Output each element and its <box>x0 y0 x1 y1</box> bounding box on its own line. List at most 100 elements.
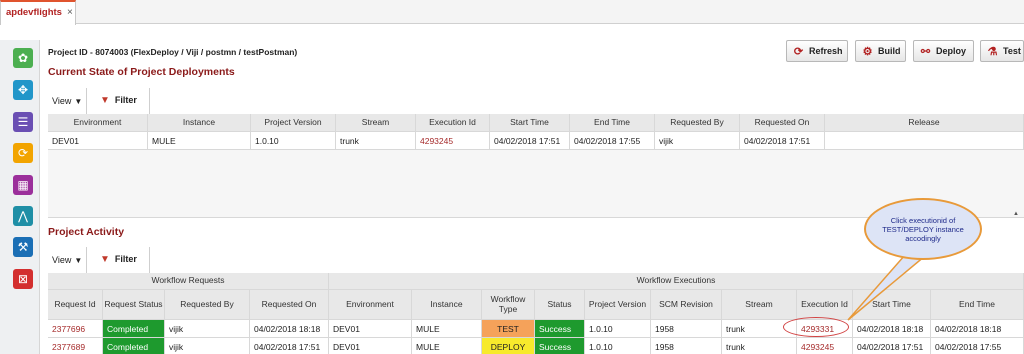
column-header[interactable]: Requested On <box>740 114 825 132</box>
request-status-badge: Completed <box>103 338 165 354</box>
column-header[interactable]: Status <box>535 290 585 320</box>
table-cell: 04/02/2018 18:18 <box>853 320 931 338</box>
table-cell: DEV01 <box>48 132 148 150</box>
table-cell: 04/02/2018 17:51 <box>490 132 570 150</box>
status-badge: Success <box>535 338 585 354</box>
tools-icon[interactable]: ⚒ <box>13 237 33 257</box>
tab-label: apdevflights <box>6 7 62 18</box>
column-header[interactable]: Execution Id <box>797 290 853 320</box>
lock-icon[interactable]: ⊠ <box>13 269 33 289</box>
view-menu-button[interactable]: View ▼ <box>52 255 82 265</box>
deploy-label: Deploy <box>936 46 967 56</box>
flow-icon[interactable]: ⋀ <box>13 206 33 226</box>
request-id-link[interactable]: 2377689 <box>48 338 103 354</box>
group-header-requests: Workflow Requests <box>48 273 329 290</box>
activity-title: Project Activity <box>48 226 125 238</box>
filter-label: Filter <box>114 254 137 264</box>
column-header[interactable]: End Time <box>570 114 655 132</box>
table-cell: 1958 <box>651 338 722 354</box>
column-header[interactable]: Request Id <box>48 290 103 320</box>
table-cell: vijik <box>655 132 740 150</box>
tab-bar: apdevflights × <box>0 0 1024 25</box>
sidebar: ✿ ✥ ☰ ⟳ ▦ ⋀ ⚒ ⊠ <box>0 40 40 354</box>
table-row[interactable]: 2377696 Completed vijik 04/02/2018 18:18 DEV… <box>48 320 1024 338</box>
column-header[interactable]: Requested By <box>655 114 740 132</box>
project-id-label: Project ID - 8074003 (FlexDeploy / Viji … <box>48 47 298 57</box>
resize-caret-icon[interactable]: ▲ <box>1013 211 1019 217</box>
table-cell: vijik <box>165 320 250 338</box>
filter-button[interactable]: ▼ Filter <box>100 254 137 265</box>
table-cell: trunk <box>722 338 797 354</box>
separator <box>149 247 150 273</box>
execution-id-link[interactable]: 4293245 <box>797 338 853 354</box>
column-header[interactable]: Requested By <box>165 290 250 320</box>
deploy-button[interactable]: ⚯ Deploy <box>913 40 974 62</box>
list-icon[interactable]: ☰ <box>13 112 33 132</box>
table-cell: 04/02/2018 18:18 <box>250 320 329 338</box>
table-row[interactable]: DEV01 MULE 1.0.10 trunk 4293245 04/02/2018 17… <box>48 132 1024 150</box>
activity-view-bar: View ▼ ▼ Filter <box>48 247 1024 273</box>
table-cell: 1.0.10 <box>251 132 336 150</box>
table-cell: 1958 <box>651 320 722 338</box>
column-header[interactable]: Environment <box>48 114 148 132</box>
callout-text: Click executionid of TEST/DEPLOY instanc… <box>882 215 964 243</box>
activity-table: Workflow Requests Workflow Executions Requ… <box>48 273 1024 354</box>
column-header[interactable]: Environment <box>329 290 412 320</box>
refresh-icon[interactable]: ⟳ <box>13 143 33 163</box>
tab-apdevflights[interactable]: apdevflights × <box>0 0 76 25</box>
column-header[interactable]: Execution Id <box>416 114 490 132</box>
table-cell: 04/02/2018 17:51 <box>250 338 329 354</box>
column-header[interactable]: Instance <box>148 114 251 132</box>
column-header[interactable]: Stream <box>336 114 416 132</box>
workflow-type-badge: DEPLOY <box>482 338 535 354</box>
table-cell: vijik <box>165 338 250 354</box>
column-header[interactable]: End Time <box>931 290 1024 320</box>
deploy-icon: ⚯ <box>920 45 931 58</box>
separator <box>86 88 87 114</box>
table-row[interactable]: 2377689 Completed vijik 04/02/2018 17:51 DEV… <box>48 338 1024 354</box>
group-header-row: Workflow Requests Workflow Executions <box>48 273 1024 290</box>
settings-icon[interactable]: ✿ <box>13 48 33 68</box>
column-header[interactable]: Start Time <box>490 114 570 132</box>
table-cell: MULE <box>412 320 482 338</box>
table-cell: 04/02/2018 17:51 <box>740 132 825 150</box>
separator <box>86 247 87 273</box>
status-badge: Success <box>535 320 585 338</box>
refresh-button[interactable]: ⟳ Refresh <box>786 40 848 62</box>
request-status-badge: Completed <box>103 320 165 338</box>
execution-id-link[interactable]: 4293245 <box>416 132 490 150</box>
highlight-ring <box>783 317 849 337</box>
build-button[interactable]: ⚙ Build <box>855 40 906 62</box>
table-cell: trunk <box>336 132 416 150</box>
table-cell: MULE <box>412 338 482 354</box>
request-id-link[interactable]: 2377696 <box>48 320 103 338</box>
column-header[interactable]: Start Time <box>853 290 931 320</box>
table-header-row: Environment Instance Project Version Stream… <box>48 114 1024 132</box>
column-header[interactable]: Request Status <box>103 290 165 320</box>
column-header[interactable]: Stream <box>722 290 797 320</box>
table-cell: 1.0.10 <box>585 320 651 338</box>
table-header-row: Request Id Request Status Requested By Requ… <box>48 290 1024 320</box>
network-icon[interactable]: ✥ <box>13 80 33 100</box>
build-label: Build <box>878 46 901 56</box>
callout-note: Click executionid of TEST/DEPLOY instanc… <box>864 198 982 260</box>
table-cell: DEV01 <box>329 320 412 338</box>
test-icon: ⚗ <box>987 45 998 58</box>
filter-label: Filter <box>114 95 137 105</box>
column-header[interactable]: Requested On <box>250 290 329 320</box>
table-cell: 1.0.10 <box>585 338 651 354</box>
filter-button[interactable]: ▼ Filter <box>100 95 137 106</box>
close-icon[interactable]: × <box>67 7 73 18</box>
deployments-title: Current State of Project Deployments <box>48 66 235 78</box>
caret-down-icon: ▼ <box>74 97 83 106</box>
view-menu-button[interactable]: View ▼ <box>52 96 82 106</box>
test-button[interactable]: ⚗ Test <box>980 40 1024 62</box>
column-header[interactable]: Project Version <box>251 114 336 132</box>
column-header[interactable]: SCM Revision <box>651 290 722 320</box>
column-header[interactable]: Workflow Type <box>482 290 535 320</box>
column-header[interactable]: Release <box>825 114 1024 132</box>
column-header[interactable]: Project Version <box>585 290 651 320</box>
report-icon[interactable]: ▦ <box>13 175 33 195</box>
column-header[interactable]: Instance <box>412 290 482 320</box>
workflow-type-badge: TEST <box>482 320 535 338</box>
